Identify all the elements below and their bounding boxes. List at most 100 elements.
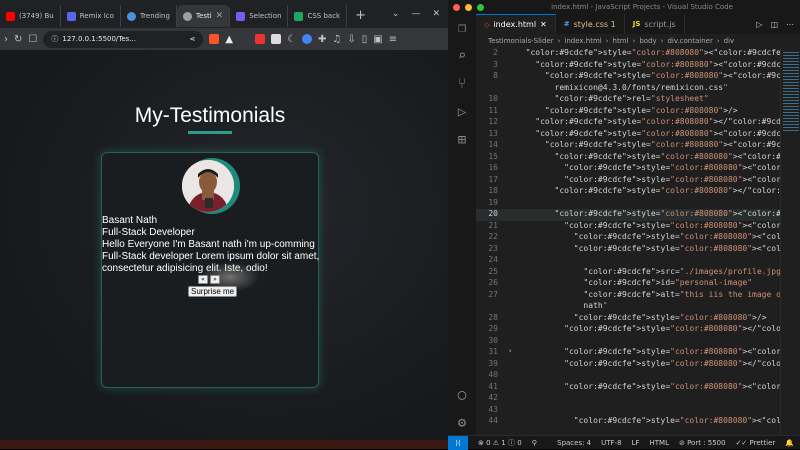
media-icon[interactable]: ♫ [332,34,341,45]
back-icon[interactable]: › [4,34,8,45]
brave-shield-icon[interactable] [209,34,220,44]
code-line[interactable]: 28 "color:#9cdcfe">style="color:#808080"… [476,313,780,325]
code-line[interactable]: 27 "color:#9cdcfe">alt="this iis the ima… [476,290,780,302]
browser-tab[interactable]: Selection [230,5,289,27]
run-icon[interactable]: ▷ [756,20,762,29]
settings-gear-icon[interactable]: ⚙ [458,415,466,431]
explorer-icon[interactable]: ❐ [458,20,466,36]
code-line[interactable]: 16 "color:#9cdcfe">style="color:#808080"… [476,163,780,175]
extension-icon[interactable] [302,34,313,44]
code-line[interactable]: 13 "color:#9cdcfe">style="color:#808080"… [476,129,780,141]
address-bar[interactable]: ⓘ 127.0.0.1:5500/Tes... ⋖ [43,30,204,48]
language-status[interactable]: HTML [649,439,668,447]
surprise-me-button[interactable]: Surprise me [188,286,238,297]
close-icon[interactable]: ✕ [540,20,547,29]
code-line[interactable]: 40 [476,370,780,382]
remote-icon[interactable]: ⟩⟨ [448,435,468,450]
wallet-icon[interactable]: ▣ [373,34,382,45]
code-line[interactable]: 30 [476,336,780,348]
reload-icon[interactable]: ↻ [14,34,22,45]
ports-icon[interactable]: ⚲ [532,439,537,447]
next-button[interactable]: » [210,275,220,284]
share-icon[interactable]: ⋖ [189,35,195,43]
code-line[interactable]: 44 "color:#9cdcfe">style="color:#808080"… [476,416,780,428]
code-line[interactable]: 26 "color:#9cdcfe">id="personal-image" [476,278,780,290]
code-line[interactable]: 15 "color:#9cdcfe">style="color:#808080"… [476,152,780,164]
breadcrumb-item[interactable]: body [639,37,656,45]
prev-button[interactable]: « [198,275,208,284]
problems-status[interactable]: ⊗ 0 ⚠ 1 ⓘ 0 [478,438,522,448]
breadcrumb-item[interactable]: html [613,37,629,45]
close-icon[interactable]: ✕ [432,9,440,19]
warning-icon[interactable]: ▲ [225,34,233,45]
tab-style-css[interactable]: # style.css 1 [556,14,625,34]
minimap[interactable] [780,48,800,435]
code-editor[interactable]: 2 "color:#9cdcfe">style="color:#808080">… [476,48,780,435]
code-line[interactable]: 19 [476,198,780,210]
eol-status[interactable]: LF [632,439,640,447]
code-line[interactable]: 21 "color:#9cdcfe">style="color:#808080"… [476,221,780,233]
site-info-icon[interactable]: ⓘ [51,34,58,44]
menu-icon[interactable]: ≡ [389,34,397,45]
code-line[interactable]: remixicon@4.3.0/fonts/remixicon.css" [476,83,780,95]
code-line[interactable]: 11 "color:#9cdcfe">style="color:#808080"… [476,106,780,118]
code-line[interactable]: 41 "color:#9cdcfe">style="color:#808080"… [476,382,780,394]
code-line[interactable]: 12 "color:#9cdcfe">style="color:#808080"… [476,117,780,129]
code-line[interactable]: 25 "color:#9cdcfe">src="./images/profile… [476,267,780,279]
search-icon[interactable]: ⌕ [458,48,466,64]
code-line[interactable]: 10 "color:#9cdcfe">rel="stylesheet" [476,94,780,106]
close-tab-icon[interactable]: ✕ [216,11,224,21]
code-line[interactable]: 23 "color:#9cdcfe">style="color:#808080"… [476,244,780,256]
close-window-icon[interactable] [453,3,460,11]
new-tab-button[interactable]: + [347,8,374,23]
code-line[interactable]: 17 "color:#9cdcfe">style="color:#808080"… [476,175,780,187]
code-line[interactable]: nath" [476,301,780,313]
extension-icon[interactable] [271,34,282,44]
extensions-icon[interactable]: ⊞ [458,132,466,148]
notifications-icon[interactable]: 🔔 [785,439,794,447]
tab-script-js[interactable]: JS script.js [625,14,685,34]
code-line[interactable]: 42 [476,393,780,405]
code-line[interactable]: 29 "color:#9cdcfe">style="color:#808080"… [476,324,780,336]
breadcrumb-item[interactable]: div [724,37,735,45]
fold-chevron-icon[interactable]: › [508,347,516,359]
split-editor-icon[interactable]: ◫ [770,20,778,29]
code-line[interactable]: 2 "color:#9cdcfe">style="color:#808080">… [476,48,780,60]
sidebar-icon[interactable]: ▯ [362,34,368,45]
maximize-window-icon[interactable] [477,3,484,11]
browser-tab[interactable]: Remix Ico [61,5,121,27]
browser-tab[interactable]: (3749) Bu [0,5,61,27]
minimize-icon[interactable]: — [411,9,420,19]
browser-tab[interactable]: CSS back [288,5,348,27]
breadcrumb-item[interactable]: Testimonials-Slider [488,37,554,45]
code-line[interactable]: 14 "color:#9cdcfe">style="color:#808080"… [476,140,780,152]
code-line[interactable]: 39 "color:#9cdcfe">style="color:#808080"… [476,359,780,371]
download-icon[interactable]: ⇩ [347,34,355,45]
tab-index-html[interactable]: ◇ index.html ✕ [476,14,556,34]
encoding-status[interactable]: UTF-8 [601,439,621,447]
minimize-window-icon[interactable] [465,3,472,11]
browser-tab-active[interactable]: Testi ✕ [176,5,231,27]
breadcrumb-item[interactable]: index.html [564,37,601,45]
bookmark-icon[interactable]: ☐ [28,34,37,45]
code-line[interactable]: 3 "color:#9cdcfe">style="color:#808080">… [476,60,780,72]
extension-icon[interactable] [255,34,266,44]
code-line[interactable]: 43 [476,405,780,417]
breadcrumb-item[interactable]: div.container [667,37,712,45]
chevron-down-icon[interactable]: ⌄ [392,9,400,19]
code-line[interactable]: 24 [476,255,780,267]
code-line[interactable]: 8 "color:#9cdcfe">style="color:#808080">… [476,71,780,83]
account-icon[interactable]: ◯ [458,387,466,403]
more-icon[interactable]: ⋯ [786,20,794,29]
live-server-status[interactable]: ⊘ Port : 5500 [679,439,726,447]
code-line[interactable]: 31 › "color:#9cdcfe">style="color:#808080… [476,347,780,359]
browser-tab[interactable]: Trending [121,5,177,27]
prettier-status[interactable]: ✓✓ Prettier [736,439,776,447]
code-line[interactable]: 20 "color:#9cdcfe">style="color:#808080"… [476,209,780,221]
run-debug-icon[interactable]: ▷ [458,104,466,120]
source-control-icon[interactable]: ⑂ [458,76,466,92]
indentation-status[interactable]: Spaces: 4 [557,439,591,447]
dark-mode-icon[interactable]: ☾ [287,34,296,45]
code-line[interactable]: 18 "color:#9cdcfe">style="color:#808080"… [476,186,780,198]
code-line[interactable]: 22 "color:#9cdcfe">style="color:#808080"… [476,232,780,244]
